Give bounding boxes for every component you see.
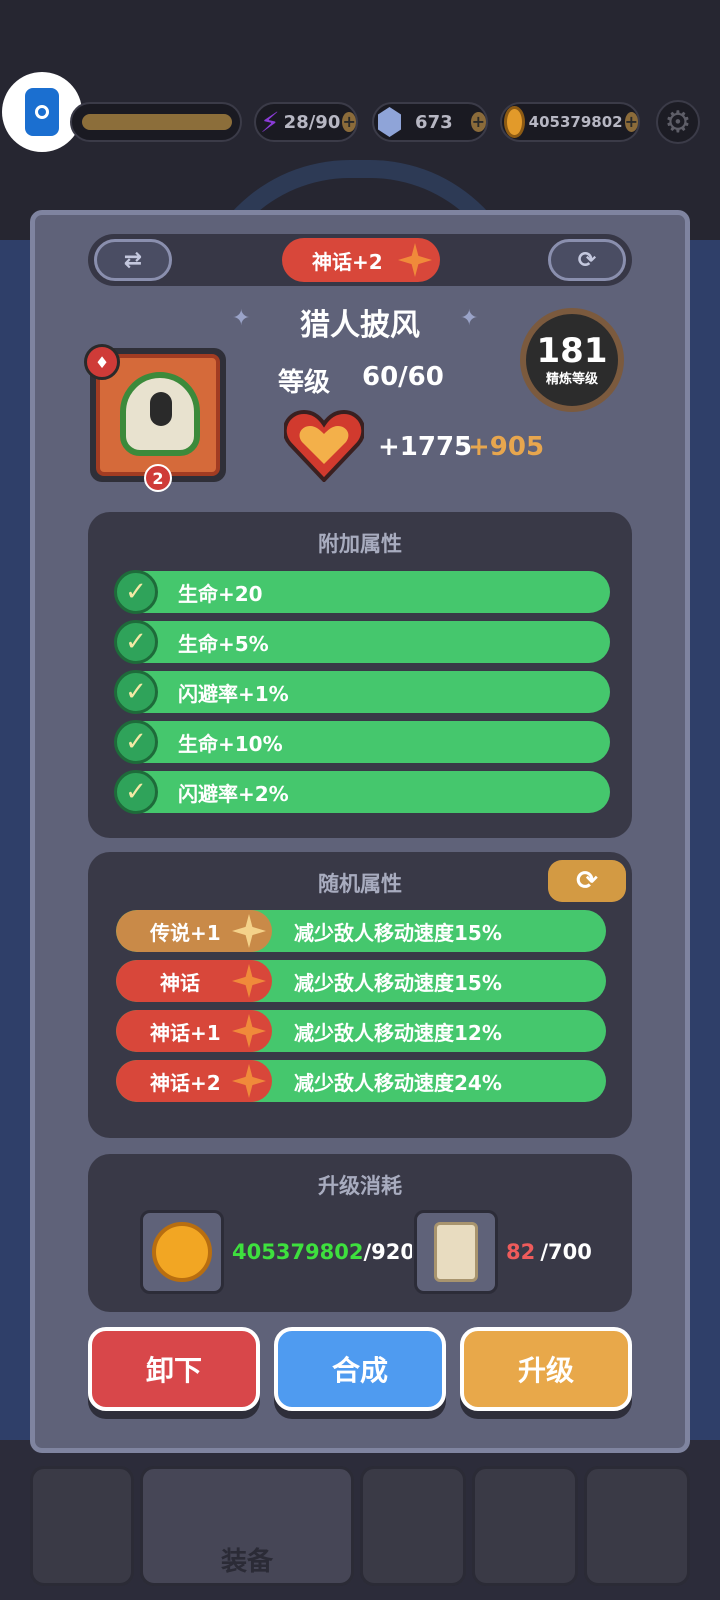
scroll-icon [434, 1222, 478, 1282]
sparkle-icon [232, 914, 266, 948]
extra-attributes-title: 附加属性 [318, 532, 402, 556]
rarity-tag-text: 神话+2 [150, 1070, 221, 1095]
random-attribute-text: 减少敌人移动速度15% [294, 920, 502, 945]
refine-level-label: 精炼等级 [545, 371, 598, 387]
extra-attribute-text: 生命+20 [178, 581, 263, 606]
settings-button[interactable]: ⚙ [656, 100, 700, 144]
lightning-icon: ⚡ [260, 105, 280, 139]
extra-attribute-row: ✓ 生命+20 [114, 570, 610, 614]
energy-counter[interactable]: ⚡ 28/90 + [254, 102, 358, 142]
random-attribute-text: 减少敌人移动速度15% [294, 970, 502, 995]
random-attribute-text: 减少敌人移动速度24% [294, 1070, 502, 1095]
tab-skills[interactable] [472, 1466, 578, 1586]
gold-need: /9200 [363, 1240, 412, 1264]
extra-attribute-row: ✓ 生命+5% [114, 620, 610, 664]
upgrade-button[interactable]: 升级 [460, 1327, 632, 1411]
level-value: 60/60 [362, 362, 444, 392]
random-attribute-row: 神话+1 减少敌人移动速度12% [116, 1010, 606, 1052]
random-attribute-row: 神话 减少敌人移动速度15% [116, 960, 606, 1002]
bluetooth-device-icon [25, 88, 59, 136]
connect-button[interactable] [2, 72, 82, 152]
gold-coin-icon [152, 1222, 212, 1282]
rarity-badge: 神话+2 [282, 238, 440, 282]
check-icon: ✓ [114, 570, 158, 614]
gold-cost-slot [140, 1210, 224, 1294]
refine-level-badge: 181 精炼等级 [520, 308, 624, 412]
refresh-icon: ⟳ [577, 247, 597, 273]
scroll-need: /700 [540, 1240, 592, 1264]
extra-attribute-row: ✓ 闪避率+1% [114, 670, 610, 714]
scroll-cost-slot [414, 1210, 498, 1294]
armor-type-icon: ♦ [84, 344, 120, 380]
xp-bar [70, 102, 242, 142]
level-label: 等级 [278, 368, 331, 398]
gold-counter[interactable]: 405379802 + [500, 102, 640, 142]
gold-plus-icon[interactable]: + [624, 112, 638, 132]
upgrade-cost-title: 升级消耗 [318, 1174, 402, 1198]
tab-equipment-label: 装备 [220, 1547, 273, 1577]
swap-left-button[interactable]: ⇄ [94, 239, 172, 281]
extra-attribute-text: 生命+10% [178, 731, 283, 756]
heart-icon [284, 410, 364, 482]
stat-base-value: +1775 [378, 432, 473, 462]
swap-arrows-icon: ⇄ [123, 247, 143, 273]
wing-right-icon: ✦ [460, 306, 479, 331]
reroll-button[interactable]: ⟳ [548, 860, 626, 902]
extra-attribute-text: 闪避率+1% [178, 681, 289, 706]
swap-right-button[interactable]: ⟳ [548, 239, 626, 281]
sparkle-icon [398, 243, 432, 277]
gear-icon: ⚙ [664, 104, 692, 140]
scroll-cost: 82 /700 [506, 1240, 592, 1264]
check-icon: ✓ [114, 620, 158, 664]
rarity-tag-mythic: 神话 [116, 960, 272, 1002]
tab-shop[interactable] [584, 1466, 690, 1586]
random-attribute-row: 传说+1 减少敌人移动速度15% [116, 910, 606, 952]
rarity-tag-mythic: 神话+2 [116, 1060, 272, 1102]
rarity-tag-mythic: 神话+1 [116, 1010, 272, 1052]
merge-button[interactable]: 合成 [274, 1327, 446, 1411]
sparkle-icon [232, 1014, 266, 1048]
check-icon: ✓ [114, 720, 158, 764]
refine-level-value: 181 [536, 330, 608, 371]
extra-attribute-text: 闪避率+2% [178, 781, 289, 806]
rarity-tag-legend: 传说+1 [116, 910, 272, 952]
check-icon: ✓ [114, 670, 158, 714]
extra-attribute-row: ✓ 闪避率+2% [114, 770, 610, 814]
rarity-label: 神话+2 [312, 249, 383, 274]
unequip-button[interactable]: 卸下 [88, 1327, 260, 1411]
gem-icon [378, 107, 402, 137]
tab-chest[interactable] [30, 1466, 134, 1586]
tab-equipment[interactable]: 装备 [140, 1466, 354, 1586]
sparkle-icon [232, 1064, 266, 1098]
gold-cost: 405379802/9200 [232, 1240, 412, 1264]
sparkle-icon [232, 964, 266, 998]
extra-attribute-row: ✓ 生命+10% [114, 720, 610, 764]
refresh-icon: ⟳ [576, 866, 598, 896]
energy-value: 28/90 [283, 111, 341, 133]
gem-counter[interactable]: 673 + [372, 102, 488, 142]
energy-plus-icon[interactable]: + [342, 112, 356, 132]
scroll-have: 82 [506, 1240, 536, 1264]
rarity-tag-text: 传说+1 [150, 920, 221, 945]
extra-attribute-text: 生命+5% [178, 631, 269, 656]
gem-value: 673 [415, 111, 453, 133]
random-attribute-row: 神话+2 减少敌人移动速度24% [116, 1060, 606, 1102]
gold-coin-icon [504, 106, 525, 138]
check-icon: ✓ [114, 770, 158, 814]
gem-plus-icon[interactable]: + [470, 112, 486, 132]
tab-armor[interactable] [360, 1466, 466, 1586]
stat-bonus-value: +905 [468, 432, 545, 462]
rarity-tag-text: 神话+1 [150, 1020, 221, 1045]
gold-value: 405379802 [528, 113, 623, 131]
gold-have: 405379802 [232, 1240, 364, 1264]
random-attribute-text: 减少敌人移动速度12% [294, 1020, 502, 1045]
rarity-tag-text: 神话 [160, 970, 200, 995]
item-count-badge: 2 [144, 464, 172, 492]
